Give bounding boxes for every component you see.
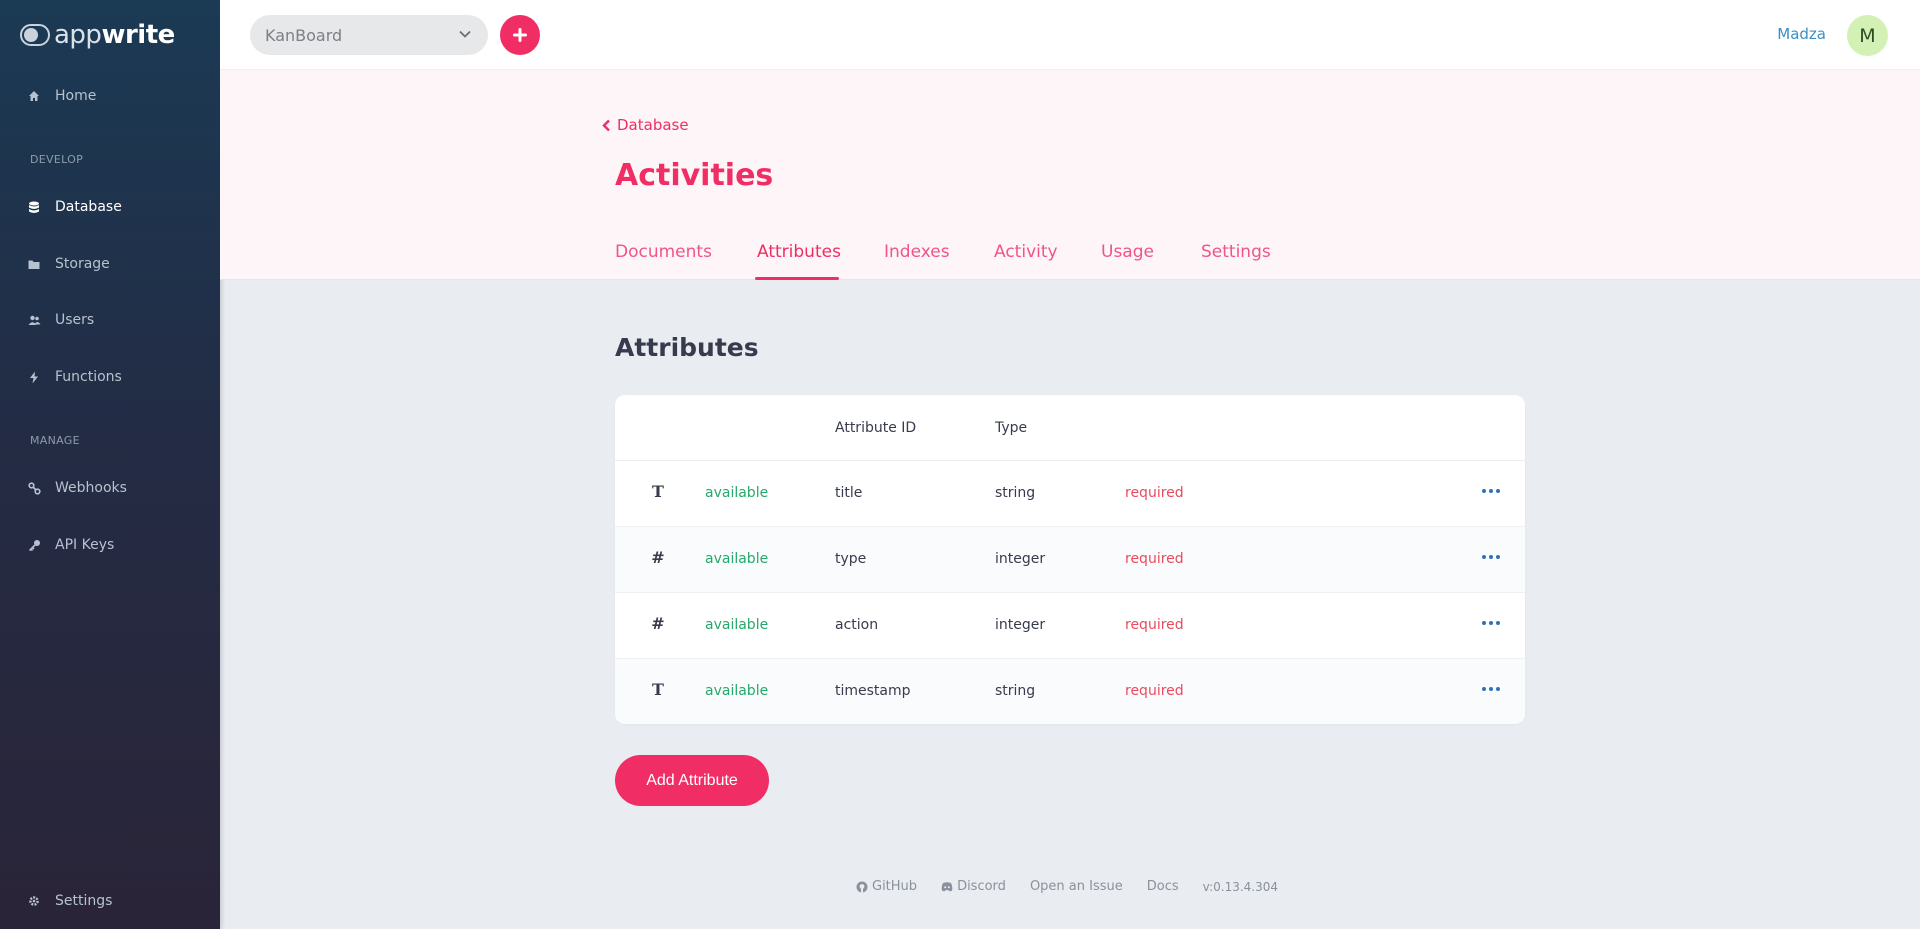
- more-options-icon[interactable]: [1482, 614, 1500, 632]
- tab-settings[interactable]: Settings: [1201, 242, 1271, 262]
- table-row: T available title string required: [615, 461, 1525, 527]
- sidebar-item-api-keys[interactable]: API Keys: [27, 535, 114, 555]
- project-name: KanBoard: [265, 25, 343, 45]
- sidebar-item-label: Database: [55, 199, 122, 215]
- sidebar-item-users[interactable]: Users: [27, 310, 94, 330]
- sidebar-section-develop: DEVELOP: [30, 153, 84, 166]
- attribute-id: timestamp: [835, 683, 911, 699]
- key-icon: [27, 538, 41, 552]
- attribute-id: type: [835, 551, 867, 567]
- sidebar: appwrite Home DEVELOP Database Storage U…: [0, 0, 220, 929]
- status-badge: available: [705, 485, 769, 501]
- required-flag: required: [1125, 551, 1184, 567]
- more-options-icon[interactable]: [1482, 680, 1500, 698]
- sidebar-item-label: API Keys: [55, 537, 115, 553]
- avatar[interactable]: M: [1847, 15, 1888, 56]
- appwrite-logo-icon: [20, 24, 50, 46]
- footer: GitHub Discord Open an Issue Docs v:0.13…: [856, 879, 1278, 894]
- string-type-icon: T: [652, 680, 664, 699]
- sidebar-section-manage: MANAGE: [30, 434, 80, 447]
- back-to-database-link[interactable]: Database: [602, 116, 689, 134]
- active-tab-indicator: [755, 277, 839, 280]
- page-title: Activities: [615, 158, 774, 193]
- tab-attributes[interactable]: Attributes: [757, 242, 841, 262]
- more-options-icon[interactable]: [1482, 548, 1500, 566]
- appwrite-logo[interactable]: appwrite: [20, 20, 175, 50]
- column-header-type: Type: [995, 420, 1028, 436]
- project-select[interactable]: KanBoard: [250, 15, 488, 55]
- sidebar-item-home[interactable]: Home: [27, 86, 96, 106]
- attribute-type: integer: [995, 551, 1046, 567]
- string-type-icon: T: [652, 482, 664, 501]
- attribute-type: integer: [995, 617, 1046, 633]
- section-title: Attributes: [615, 333, 759, 362]
- user-name[interactable]: Madza: [1777, 25, 1826, 43]
- back-link-label: Database: [617, 116, 689, 134]
- sidebar-item-label: Webhooks: [55, 480, 127, 496]
- plus-icon: [513, 28, 527, 42]
- database-icon: [27, 200, 41, 214]
- table-row: T available timestamp string required: [615, 659, 1525, 724]
- page-cover: Database Activities Documents Attributes…: [220, 70, 1920, 280]
- integer-type-icon: #: [651, 614, 665, 633]
- sidebar-item-label: Storage: [55, 256, 110, 272]
- more-options-icon[interactable]: [1482, 482, 1500, 500]
- add-project-button[interactable]: [500, 15, 540, 55]
- open-issue-link[interactable]: Open an Issue: [1030, 879, 1123, 894]
- brand-name: appwrite: [54, 20, 175, 50]
- bolt-icon: [27, 370, 41, 384]
- docs-link[interactable]: Docs: [1147, 879, 1179, 894]
- required-flag: required: [1125, 617, 1184, 633]
- version-label: v:0.13.4.304: [1202, 879, 1279, 894]
- sidebar-item-label: Functions: [55, 369, 122, 385]
- folder-icon: [27, 257, 41, 271]
- discord-link-label: Discord: [957, 879, 1006, 894]
- attribute-type: string: [995, 683, 1036, 699]
- sidebar-item-storage[interactable]: Storage: [27, 254, 110, 274]
- table-header: Attribute ID Type: [615, 395, 1525, 461]
- sidebar-item-settings[interactable]: Settings: [27, 891, 112, 911]
- tab-usage[interactable]: Usage: [1101, 242, 1154, 262]
- sidebar-item-label: Home: [55, 88, 97, 104]
- github-link[interactable]: GitHub: [856, 879, 917, 894]
- status-badge: available: [705, 617, 769, 633]
- tab-documents[interactable]: Documents: [615, 242, 712, 262]
- sidebar-item-functions[interactable]: Functions: [27, 367, 122, 387]
- github-link-label: GitHub: [872, 879, 918, 894]
- status-badge: available: [705, 683, 769, 699]
- table-row: # available action integer required: [615, 593, 1525, 659]
- integer-type-icon: #: [651, 548, 665, 567]
- attribute-id: title: [835, 485, 863, 501]
- sidebar-item-label: Users: [55, 312, 95, 328]
- discord-icon: [941, 881, 953, 891]
- top-header: KanBoard Madza M: [220, 0, 1920, 70]
- table-row: # available type integer required: [615, 527, 1525, 593]
- users-icon: [27, 313, 41, 327]
- add-attribute-button[interactable]: Add Attribute: [615, 755, 769, 806]
- chevron-left-icon: [602, 119, 610, 131]
- tab-indexes[interactable]: Indexes: [884, 242, 950, 262]
- status-badge: available: [705, 551, 769, 567]
- home-icon: [27, 89, 41, 103]
- avatar-initial: M: [1859, 24, 1876, 47]
- gear-icon: [27, 894, 41, 908]
- column-header-attribute-id: Attribute ID: [835, 420, 917, 436]
- attribute-id: action: [835, 617, 879, 633]
- link-icon: [27, 481, 41, 495]
- chevron-down-icon: [459, 30, 471, 38]
- sidebar-item-database[interactable]: Database: [27, 197, 122, 217]
- tab-activity[interactable]: Activity: [994, 242, 1058, 262]
- required-flag: required: [1125, 683, 1184, 699]
- sidebar-item-label: Settings: [55, 893, 113, 909]
- attributes-table: Attribute ID Type T available title stri…: [615, 395, 1525, 724]
- sidebar-item-webhooks[interactable]: Webhooks: [27, 478, 127, 498]
- discord-link[interactable]: Discord: [941, 879, 1006, 894]
- github-icon: [856, 881, 868, 892]
- required-flag: required: [1125, 485, 1184, 501]
- attribute-type: string: [995, 485, 1036, 501]
